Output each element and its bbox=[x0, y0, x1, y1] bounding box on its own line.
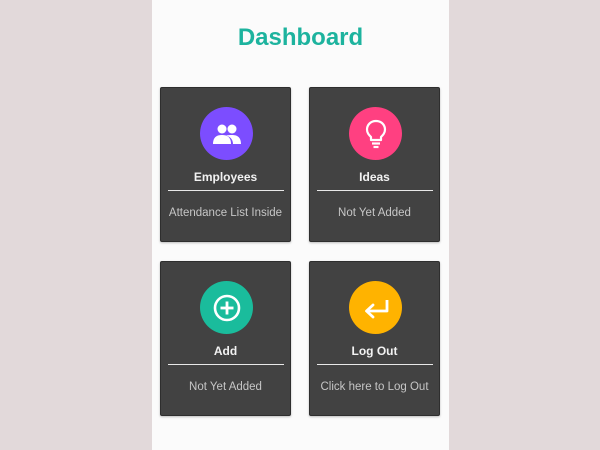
ideas-label: Ideas bbox=[359, 170, 390, 184]
divider bbox=[317, 364, 433, 365]
return-arrow-icon bbox=[349, 281, 402, 334]
page-title: Dashboard bbox=[237, 24, 364, 51]
logout-card[interactable]: Log Out Click here to Log Out bbox=[309, 261, 440, 416]
employees-label: Employees bbox=[193, 170, 258, 184]
add-subtitle: Not Yet Added bbox=[189, 381, 262, 393]
add-label: Add bbox=[213, 344, 238, 358]
logout-subtitle: Click here to Log Out bbox=[320, 381, 429, 393]
employees-subtitle: Attendance List Inside bbox=[168, 207, 283, 219]
app-screen: Dashboard Employees Attendance List Insi… bbox=[152, 0, 449, 450]
ideas-subtitle: Not Yet Added bbox=[338, 207, 411, 219]
add-card[interactable]: Add Not Yet Added bbox=[160, 261, 291, 416]
logout-label: Log Out bbox=[351, 344, 398, 358]
divider bbox=[168, 190, 284, 191]
employees-card[interactable]: Employees Attendance List Inside bbox=[160, 87, 291, 242]
add-circle-icon bbox=[200, 281, 253, 334]
divider bbox=[317, 190, 433, 191]
divider bbox=[168, 364, 284, 365]
lightbulb-icon bbox=[349, 107, 402, 160]
people-icon bbox=[200, 107, 253, 160]
ideas-card[interactable]: Ideas Not Yet Added bbox=[309, 87, 440, 242]
